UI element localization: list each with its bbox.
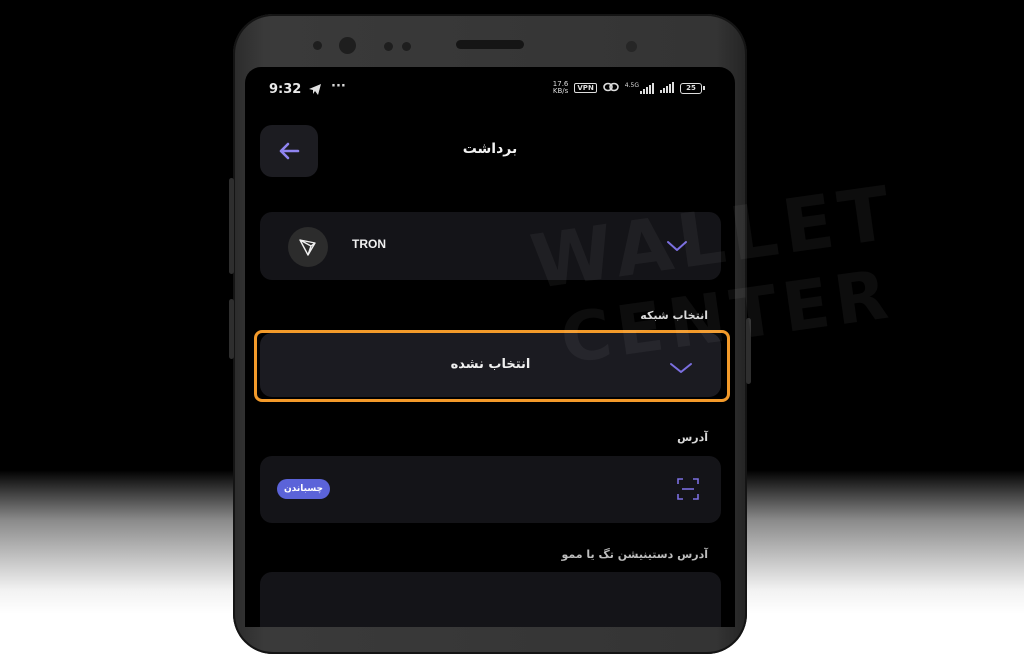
- token-select[interactable]: TRON: [260, 212, 721, 280]
- signal-bars-icon: [640, 82, 654, 94]
- net-speed-unit: KB/s: [552, 87, 569, 95]
- more-dots-icon: ···: [331, 79, 346, 94]
- sensor-dot: [626, 41, 637, 52]
- power-button: [229, 299, 234, 359]
- token-name: TRON: [352, 237, 386, 251]
- tron-icon: [288, 227, 328, 267]
- sensor-dot: [313, 41, 322, 50]
- address-input[interactable]: چسباندن: [260, 456, 721, 523]
- status-icons: 17.6 KB/s VPN 4.5G 25: [553, 80, 705, 96]
- page-title: برداشت: [462, 141, 518, 157]
- battery-level: 25: [680, 82, 702, 94]
- signal-4g: 4.5G: [624, 81, 654, 94]
- qr-scan-icon[interactable]: [677, 478, 699, 500]
- memo-input[interactable]: [260, 572, 721, 627]
- front-camera: [339, 37, 356, 54]
- signal-bars-icon: [660, 82, 674, 93]
- status-time: 9:32: [269, 82, 302, 97]
- network-select-highlight: [254, 330, 730, 402]
- address-label: آدرس: [677, 431, 708, 444]
- network-label: انتخاب شبکه: [640, 309, 708, 322]
- paste-button[interactable]: چسباندن: [277, 479, 330, 499]
- lte-label: 4.5G: [624, 81, 639, 89]
- memo-label: آدرس دستینیشن تگ یا ممو: [561, 548, 709, 561]
- battery-icon: 25: [680, 82, 705, 94]
- network-speed: 17.6 KB/s: [553, 81, 569, 95]
- earpiece-speaker: [456, 40, 524, 49]
- vpn-badge: VPN: [574, 83, 597, 93]
- chevron-down-icon: [667, 241, 687, 251]
- bixby-button: [746, 318, 751, 384]
- telegram-icon: [308, 81, 322, 100]
- sensor-dot: [384, 42, 393, 51]
- sensor-dot: [402, 42, 411, 51]
- link-icon: [602, 82, 619, 94]
- volume-button: [229, 178, 234, 274]
